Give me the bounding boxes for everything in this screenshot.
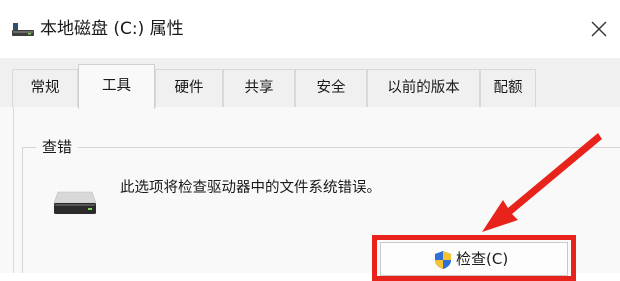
tab-sharing[interactable]: 共享 — [223, 69, 295, 107]
close-button[interactable] — [584, 14, 614, 44]
tab-general[interactable]: 常规 — [12, 69, 78, 107]
tab-hardware[interactable]: 硬件 — [155, 69, 223, 107]
window-title: 本地磁盘 (C:) 属性 — [40, 19, 184, 39]
tab-quota[interactable]: 配额 — [480, 69, 536, 107]
group-label-error-checking: 查错 — [36, 136, 79, 158]
title-bar: 本地磁盘 (C:) 属性 — [0, 0, 620, 58]
tab-strip: 常规 工具 硬件 共享 安全 以前的版本 配额 — [0, 58, 620, 109]
drive-title-icon — [12, 23, 34, 36]
tab-tools[interactable]: 工具 — [78, 64, 155, 109]
annotation-arrow — [482, 133, 602, 232]
error-check-description: 此选项将检查驱动器中的文件系统错误。 — [120, 180, 381, 196]
drive-icon — [53, 191, 97, 214]
tab-security[interactable]: 安全 — [295, 69, 367, 107]
panel-border — [13, 107, 14, 273]
tab-previous-versions[interactable]: 以前的版本 — [367, 69, 480, 107]
group-border-left — [22, 147, 23, 273]
annotation-highlight-box — [372, 235, 576, 281]
close-icon — [591, 21, 607, 37]
